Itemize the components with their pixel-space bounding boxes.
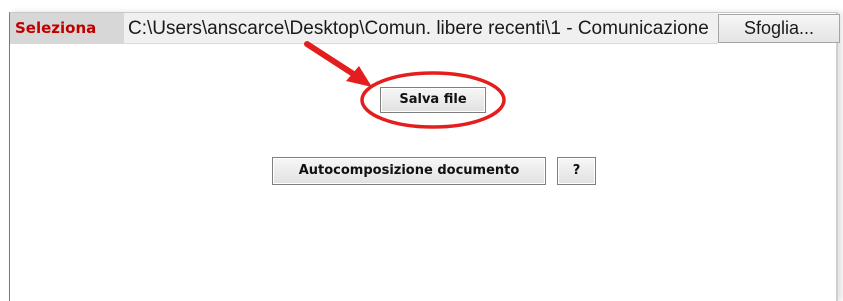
help-button[interactable]: ? — [557, 157, 596, 185]
autocompose-document-button[interactable]: Autocomposizione documento — [272, 157, 546, 185]
select-label: Seleziona — [10, 13, 124, 44]
file-select-row: Seleziona C:\Users\anscarce\Desktop\Comu… — [10, 13, 840, 44]
save-file-button[interactable]: Salva file — [380, 87, 486, 113]
file-path-field[interactable]: C:\Users\anscarce\Desktop\Comun. libere … — [124, 13, 718, 44]
browse-button[interactable]: Sfoglia... — [718, 14, 840, 43]
